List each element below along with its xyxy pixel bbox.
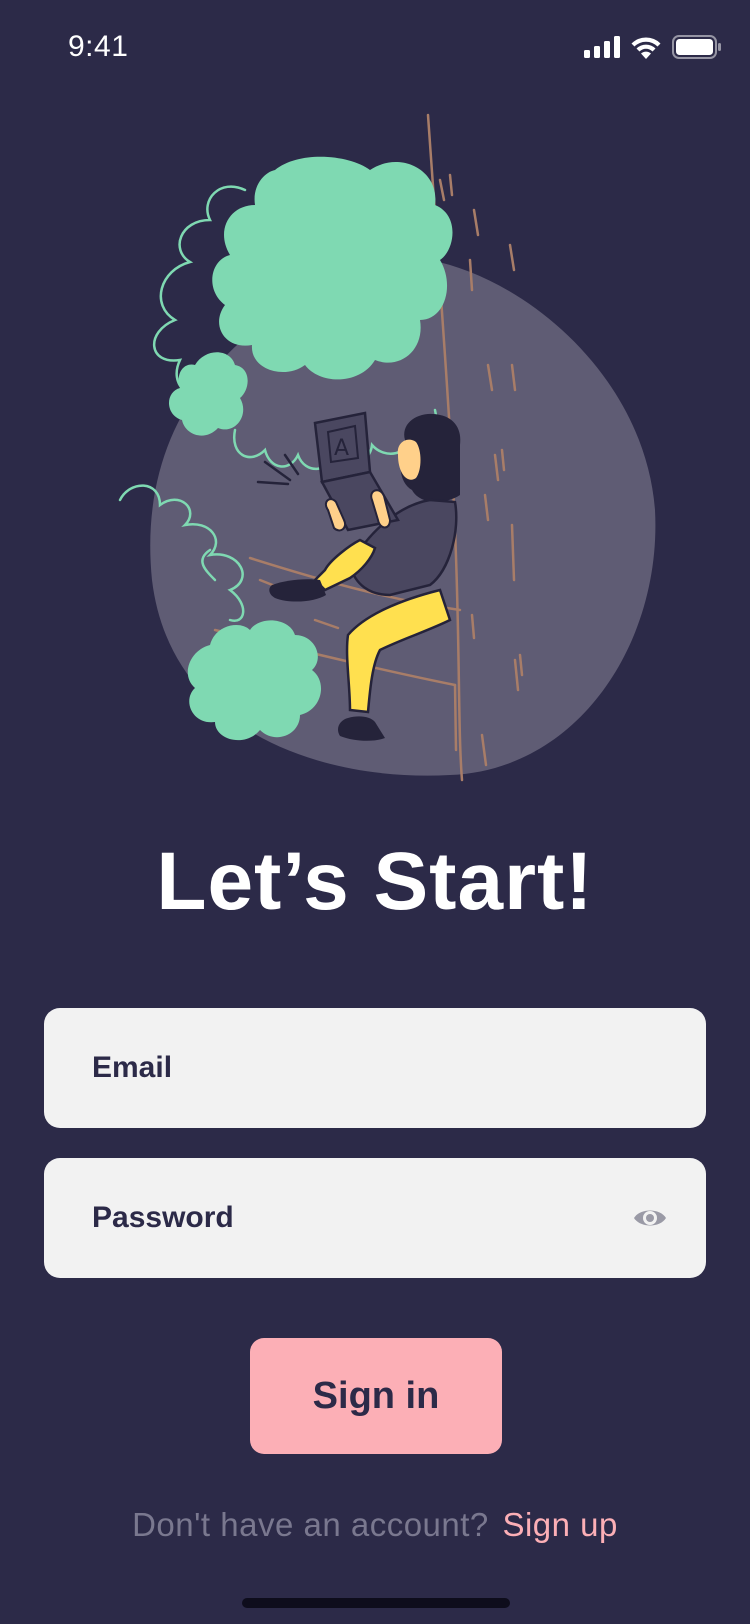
email-input[interactable] bbox=[92, 1008, 612, 1128]
laptop-letter: A bbox=[334, 436, 349, 461]
status-icons bbox=[584, 30, 722, 64]
signup-prompt: Don't have an account? bbox=[132, 1506, 489, 1543]
sign-up-link[interactable]: Sign up bbox=[502, 1506, 617, 1543]
eye-icon[interactable] bbox=[632, 1200, 668, 1236]
battery-icon bbox=[672, 35, 721, 59]
sign-in-button[interactable]: Sign in bbox=[250, 1338, 502, 1454]
cellular-signal-icon bbox=[584, 36, 620, 58]
woman-with-laptop-climbing-tree-illustration: A bbox=[118, 113, 656, 782]
home-indicator bbox=[242, 1598, 510, 1608]
signup-row: Don't have an account? Sign up bbox=[0, 1506, 750, 1544]
password-field[interactable] bbox=[44, 1158, 706, 1278]
status-time: 9:41 bbox=[68, 30, 129, 63]
wifi-icon bbox=[631, 37, 661, 59]
password-input[interactable] bbox=[92, 1158, 612, 1278]
page-title: Let’s Start! bbox=[156, 836, 594, 927]
email-field[interactable] bbox=[44, 1008, 706, 1128]
status-bar: 9:41 bbox=[0, 0, 750, 96]
